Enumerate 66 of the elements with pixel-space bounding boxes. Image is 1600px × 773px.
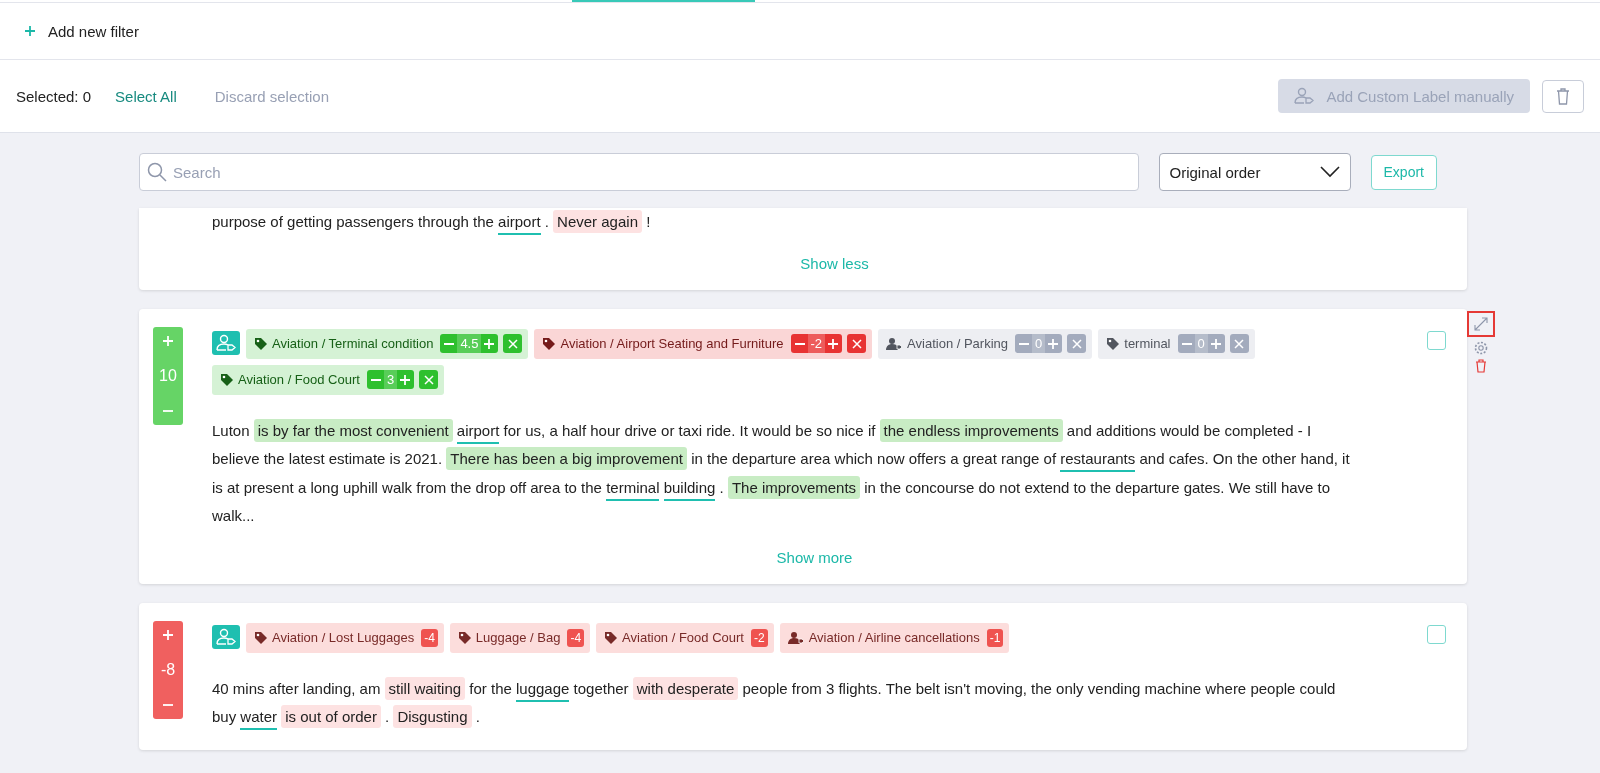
plus-icon bbox=[162, 628, 174, 641]
plus-icon bbox=[399, 373, 412, 386]
plus-icon bbox=[162, 334, 174, 347]
person-tag-icon bbox=[886, 337, 903, 350]
chevron-down-icon bbox=[1319, 166, 1340, 178]
review-text: 40 mins after landing, am still waiting for the luggage together with desperate people from 3 flights. The belt isn't moving, the only vending machine where people could buy water is out of order . Disgusting . bbox=[212, 674, 1417, 732]
remove-tag-button[interactable] bbox=[1067, 334, 1087, 353]
label-tag[interactable]: Aviation / Parking 0 bbox=[878, 328, 1093, 359]
label-tag[interactable]: Aviation / Airport Seating and Furniture -2 bbox=[534, 328, 873, 359]
close-icon bbox=[1234, 338, 1245, 349]
label-tag[interactable]: Luggage / Bag -4 bbox=[449, 622, 591, 653]
close-icon bbox=[1071, 338, 1082, 349]
score-stepper[interactable]: -2 bbox=[790, 334, 843, 353]
tag-icon bbox=[542, 337, 556, 350]
label-tag[interactable]: Aviation / Food Court -2 bbox=[596, 622, 774, 653]
search-field[interactable]: Search bbox=[139, 153, 1139, 191]
label-tag[interactable]: terminal 0 bbox=[1098, 328, 1255, 359]
tag-icon bbox=[254, 631, 267, 644]
plus-icon bbox=[24, 25, 36, 37]
label-tag[interactable]: Aviation / Airline cancellations -1 bbox=[779, 622, 1010, 653]
close-icon bbox=[851, 338, 862, 349]
plus-icon bbox=[827, 337, 840, 350]
settings-icon[interactable] bbox=[1474, 340, 1488, 355]
score-value: 10 bbox=[159, 366, 177, 385]
remove-tag-button[interactable] bbox=[503, 334, 523, 353]
plus-icon bbox=[483, 337, 496, 350]
sort-dropdown[interactable]: Original order bbox=[1158, 153, 1351, 191]
score-badge: -1 bbox=[986, 628, 1004, 647]
selected-count: Selected: 0 bbox=[16, 87, 92, 105]
add-filter-button[interactable]: Add new filter bbox=[24, 22, 139, 40]
remove-tag-button[interactable] bbox=[419, 370, 439, 389]
trash-icon[interactable] bbox=[1475, 358, 1487, 373]
plus-icon bbox=[1047, 337, 1060, 350]
close-icon bbox=[507, 338, 518, 349]
tag-icon bbox=[254, 337, 267, 350]
person-tag-icon bbox=[787, 631, 804, 644]
user-label-icon bbox=[1294, 87, 1315, 105]
expand-button[interactable] bbox=[1467, 310, 1495, 337]
add-label-button[interactable] bbox=[212, 330, 240, 355]
delete-button[interactable] bbox=[1542, 79, 1584, 113]
search-icon bbox=[147, 162, 167, 182]
review-text: purpose of getting passengers through the airport . Never again ! bbox=[212, 208, 1422, 237]
user-label-icon bbox=[216, 627, 236, 646]
label-tag[interactable]: Aviation / Lost Luggages -4 bbox=[246, 622, 444, 653]
add-label-button[interactable] bbox=[212, 624, 240, 649]
tag-icon bbox=[1106, 337, 1120, 350]
label-tag[interactable]: Aviation / Terminal condition 4.5 bbox=[246, 328, 529, 359]
tag-icon bbox=[604, 631, 618, 644]
score-badge: -2 bbox=[750, 628, 768, 647]
tag-icon bbox=[220, 373, 233, 386]
trash-icon bbox=[1556, 87, 1570, 105]
remove-tag-button[interactable] bbox=[847, 334, 867, 353]
select-all-link[interactable]: Select All bbox=[115, 87, 177, 105]
close-icon bbox=[423, 374, 434, 385]
select-checkbox[interactable] bbox=[1427, 624, 1446, 644]
score-badge: -4 bbox=[567, 628, 585, 647]
label-tag[interactable]: Aviation / Food Court 3 bbox=[212, 364, 445, 395]
score-badge: -4 bbox=[421, 628, 438, 647]
tag-icon bbox=[457, 631, 471, 644]
select-checkbox[interactable] bbox=[1427, 330, 1446, 350]
expand-icon bbox=[1474, 316, 1488, 331]
remove-tag-button[interactable] bbox=[1229, 334, 1249, 353]
plus-icon bbox=[1209, 337, 1222, 350]
review-text: Luton is by far the most convenient airport for us, a half hour drive or taxi ride. It would be so nice if the endless improvements and additions would be completed - I believe the latest estimate is 2021. There has been a big improvement in the departure area which now offers a great range of restaurants and cafes. On the other hand, it is at present a long uphill walk from the drop off area to the terminal building . The improvements in the concourse do not extend to the departure gates. We still have to walk... bbox=[212, 416, 1417, 531]
score-value: -8 bbox=[160, 660, 176, 679]
user-label-icon bbox=[216, 333, 236, 352]
